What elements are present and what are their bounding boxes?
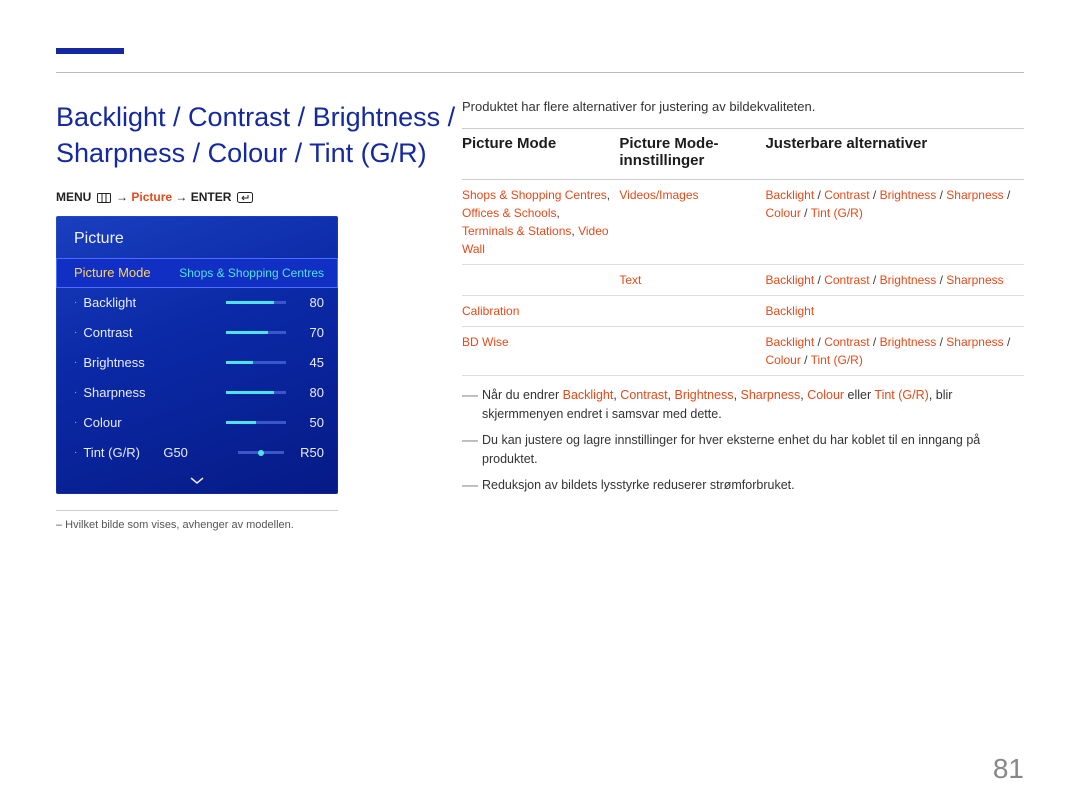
osd-value: 50 [296, 415, 324, 430]
chevron-down-icon[interactable] [56, 468, 338, 488]
table-cell-setting [619, 296, 765, 327]
table-cell-mode: Shops & Shopping Centres, Offices & Scho… [462, 180, 619, 265]
table-cell-setting [619, 327, 765, 376]
osd-panel: Picture Picture Mode Shops & Shopping Ce… [56, 216, 338, 494]
osd-row-colour[interactable]: · Colour 50 [56, 408, 338, 438]
table-row: BD Wise Backlight / Contrast / Brightness… [462, 327, 1024, 376]
enter-icon [237, 192, 253, 203]
table-cell-adjustable: Backlight / Contrast / Brightness / Shar… [765, 327, 1024, 376]
note-text: Du kan justere og lagre innstillinger fo… [482, 431, 1024, 470]
osd-selected-label: Picture Mode [74, 265, 151, 280]
table-cell-adjustable: Backlight / Contrast / Brightness / Shar… [765, 180, 1024, 265]
osd-row-contrast[interactable]: · Contrast 70 [56, 318, 338, 348]
osd-selected-value: Shops & Shopping Centres [179, 266, 324, 280]
table-cell-adjustable: Backlight [765, 296, 1024, 327]
osd-row-sharpness[interactable]: · Sharpness 80 [56, 378, 338, 408]
table-row: TextBacklight / Contrast / Brightness / … [462, 265, 1024, 296]
osd-row-label: Colour [83, 415, 193, 430]
bullet-icon: · [74, 358, 77, 368]
page-number: 81 [993, 753, 1024, 785]
osd-row-tint[interactable]: · Tint (G/R) G50 R50 [56, 438, 338, 468]
page-title: Backlight / Contrast / Brightness / Shar… [56, 99, 456, 172]
osd-footnote-divider [56, 510, 338, 511]
table-cell-adjustable: Backlight / Contrast / Brightness / Shar… [765, 265, 1024, 296]
osd-tint-left: G50 [163, 445, 193, 460]
note-text: Når du endrer Backlight, Contrast, Brigh… [482, 386, 1024, 425]
table-cell-mode: Calibration [462, 296, 619, 327]
osd-footnote: – Hvilket bilde som vises, avhenger av m… [56, 519, 456, 531]
osd-value: 80 [296, 295, 324, 310]
osd-row-brightness[interactable]: · Brightness 45 [56, 348, 338, 378]
osd-tint-right: R50 [294, 445, 324, 460]
osd-row-label: Brightness [83, 355, 193, 370]
notes-block: ―Når du endrer Backlight, Contrast, Brig… [462, 386, 1024, 495]
table-cell-setting: Text [619, 265, 765, 296]
bullet-icon: · [74, 388, 77, 398]
menu-path: MENU → Picture → ENTER [56, 190, 456, 204]
osd-row-picture-mode[interactable]: Picture Mode Shops & Shopping Centres [56, 258, 338, 288]
note-dash-icon: ― [462, 431, 482, 470]
menu-path-mid: Picture [131, 190, 172, 204]
osd-bar[interactable] [226, 301, 286, 304]
note-row: ―Når du endrer Backlight, Contrast, Brig… [462, 386, 1024, 425]
bullet-icon: · [74, 448, 77, 458]
menu-path-suffix: ENTER [191, 190, 232, 204]
osd-row-label: Backlight [83, 295, 193, 310]
osd-tint-handle[interactable] [258, 450, 264, 456]
osd-bar[interactable] [226, 391, 286, 394]
osd-value: 70 [296, 325, 324, 340]
note-dash-icon: ― [462, 386, 482, 425]
note-dash-icon: ― [462, 476, 482, 495]
osd-row-backlight[interactable]: · Backlight 80 [56, 288, 338, 318]
osd-row-label: Contrast [83, 325, 193, 340]
table-row: Shops & Shopping Centres, Offices & Scho… [462, 180, 1024, 265]
table-cell-setting: Videos/Images [619, 180, 765, 265]
table-header-3: Justerbare alternativer [765, 129, 1024, 180]
osd-slider[interactable]: 70 [193, 325, 324, 340]
menu-path-prefix: MENU [56, 190, 91, 204]
osd-slider[interactable]: 45 [193, 355, 324, 370]
note-row: ―Du kan justere og lagre innstillinger f… [462, 431, 1024, 470]
osd-tint-bar[interactable] [238, 451, 284, 454]
body-intro: Produktet har flere alternativer for jus… [462, 99, 1024, 114]
table-cell-mode [462, 265, 619, 296]
table-header-2: Picture Mode-innstillinger [619, 129, 765, 180]
top-divider [56, 72, 1024, 73]
osd-title: Picture [56, 224, 338, 258]
osd-bar[interactable] [226, 421, 286, 424]
osd-row-label: Sharpness [83, 385, 193, 400]
note-text: Reduksjon av bildets lysstyrke reduserer… [482, 476, 1024, 495]
menu-icon [97, 193, 111, 203]
osd-bar[interactable] [226, 361, 286, 364]
osd-slider[interactable]: 80 [193, 295, 324, 310]
bullet-icon: · [74, 298, 77, 308]
osd-tint-label: Tint (G/R) [83, 445, 163, 460]
osd-value: 45 [296, 355, 324, 370]
osd-slider[interactable]: 50 [193, 415, 324, 430]
osd-bar[interactable] [226, 331, 286, 334]
bullet-icon: · [74, 328, 77, 338]
modes-table: Picture Mode Picture Mode-innstillinger … [462, 128, 1024, 376]
accent-bar [56, 48, 124, 54]
osd-slider[interactable]: 80 [193, 385, 324, 400]
osd-value: 80 [296, 385, 324, 400]
table-header-1: Picture Mode [462, 129, 619, 180]
table-row: Calibration Backlight [462, 296, 1024, 327]
bullet-icon: · [74, 418, 77, 428]
note-row: ―Reduksjon av bildets lysstyrke redusere… [462, 476, 1024, 495]
table-cell-mode: BD Wise [462, 327, 619, 376]
